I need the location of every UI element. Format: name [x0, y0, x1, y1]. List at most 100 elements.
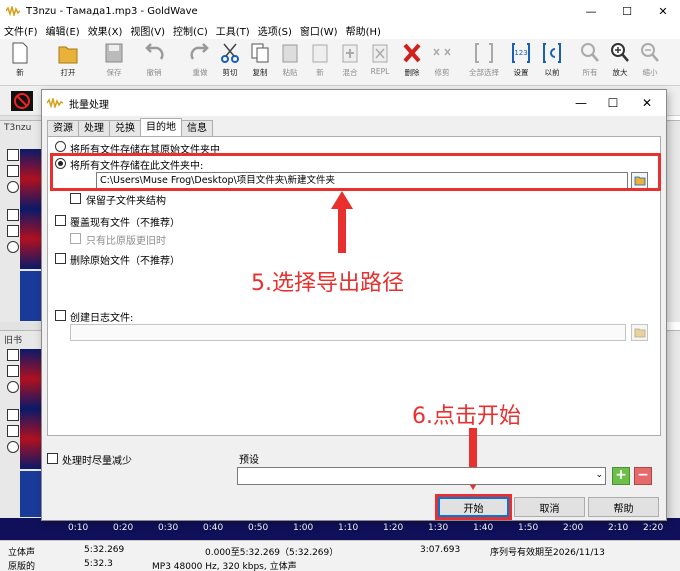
timeline-tick: 1:10 — [338, 523, 359, 533]
menu-control[interactable]: 控制(C) — [173, 23, 208, 38]
minus-icon: − — [637, 467, 649, 483]
overwrite-checkbox[interactable] — [55, 215, 66, 226]
replace-button[interactable]: REPL — [366, 41, 394, 83]
dialog-close-button[interactable]: ✕ — [632, 90, 662, 116]
status-length: 5:32.269 — [84, 545, 125, 555]
waveform-right[interactable] — [20, 209, 42, 269]
waveform-overview[interactable] — [20, 471, 42, 517]
cancel-button[interactable]: 取消 — [514, 497, 585, 517]
channel-radio[interactable] — [7, 181, 19, 193]
annotation-click-start: 6.点击开始 — [412, 404, 521, 429]
store-original-radio[interactable] — [55, 141, 66, 152]
browse-log-button[interactable] — [631, 324, 648, 341]
annotation-select-path: 5.选择导出路径 — [251, 271, 404, 296]
tab-destination[interactable]: 目的地 — [140, 118, 182, 136]
channel-checkbox[interactable] — [7, 209, 19, 221]
minimize-button[interactable]: — — [574, 0, 608, 22]
maximize-button[interactable]: ☐ — [610, 0, 644, 22]
folder-icon — [634, 328, 645, 338]
waveform-right[interactable] — [20, 409, 42, 469]
channel-checkbox[interactable] — [7, 149, 19, 161]
preset-dropdown[interactable]: ⌄ — [237, 467, 606, 485]
set-button[interactable]: 123 设置 — [507, 41, 535, 83]
status-bar: 立体声 5:32.269 0.000至5:32.269（5:32.269） 3:… — [0, 540, 680, 571]
new-button[interactable]: 新 — [6, 41, 34, 83]
waveform-left[interactable] — [20, 149, 42, 209]
trim-icon — [433, 48, 451, 56]
timeline-ruler[interactable]: 0:10 0:20 0:30 0:40 0:50 1:00 1:10 1:20 … — [0, 518, 680, 540]
timeline-tick: 0:40 — [203, 523, 224, 533]
delete-icon — [403, 43, 421, 63]
previous-button[interactable]: 以前 — [538, 41, 566, 83]
mix-button[interactable]: 混合 — [336, 41, 364, 83]
previous-icon — [543, 43, 561, 63]
log-file-field[interactable] — [70, 324, 626, 341]
keep-structure-checkbox[interactable] — [70, 193, 81, 204]
paste-button[interactable]: 粘贴 — [276, 41, 304, 83]
timeline-tick: 1:30 — [428, 523, 449, 533]
paste-new-icon — [312, 44, 328, 63]
channel-checkbox[interactable] — [7, 225, 19, 237]
tab-convert[interactable]: 兑换 — [109, 120, 141, 136]
menu-bar: 文件(F) 编辑(E) 效果(X) 视图(V) 控制(C) 工具(T) 选项(S… — [0, 22, 680, 39]
only-newer-label: 只有比原版更旧时 — [86, 236, 166, 247]
channel-checkbox[interactable] — [7, 349, 19, 361]
timeline-tick: 0:50 — [248, 523, 269, 533]
stop-icon[interactable] — [11, 91, 33, 111]
waveform-overview[interactable] — [20, 271, 42, 321]
close-button[interactable]: ✕ — [646, 0, 680, 22]
remove-preset-button[interactable]: − — [634, 467, 652, 485]
tab-info[interactable]: 信息 — [181, 120, 213, 136]
channel-radio[interactable] — [7, 441, 19, 453]
dialog-minimize-button[interactable]: — — [566, 90, 596, 116]
zoom-out-button[interactable]: 缩小 — [636, 41, 664, 83]
menu-edit[interactable]: 编辑(E) — [46, 23, 80, 38]
main-toolbar: 新 打开 保存 撤销 重做 剪切 复制 粘贴 新 混合 REPL 删除 修剪 全… — [0, 39, 680, 86]
paste-new-button[interactable]: 新 — [306, 41, 334, 83]
copy-button[interactable]: 复制 — [246, 41, 274, 83]
only-newer-checkbox[interactable] — [70, 233, 81, 244]
channel-checkbox[interactable] — [7, 425, 19, 437]
select-all-button[interactable]: 全部选择 — [469, 41, 499, 83]
undo-button[interactable]: 撤销 — [140, 41, 168, 83]
open-button[interactable]: 打开 — [54, 41, 82, 83]
channel-checkbox[interactable] — [7, 409, 19, 421]
menu-effects[interactable]: 效果(X) — [88, 23, 123, 38]
delete-button[interactable]: 删除 — [398, 41, 426, 83]
cut-button[interactable]: 剪切 — [216, 41, 244, 83]
menu-view[interactable]: 视图(V) — [130, 23, 165, 38]
menu-file[interactable]: 文件(F) — [4, 23, 38, 38]
status-original: 原版的 — [8, 562, 36, 571]
trim-button[interactable]: 修剪 — [428, 41, 456, 83]
menu-tools[interactable]: 工具(T) — [216, 23, 250, 38]
new-file-icon — [12, 42, 28, 64]
delete-original-checkbox[interactable] — [55, 253, 66, 264]
channel-checkbox[interactable] — [7, 165, 19, 177]
delete-original-label: 删除原始文件（不推荐） — [70, 256, 180, 267]
channel-radio[interactable] — [7, 381, 19, 393]
tab-source[interactable]: 资源 — [47, 120, 79, 136]
dialog-maximize-button[interactable]: ☐ — [598, 90, 628, 116]
save-button[interactable]: 保存 — [100, 41, 128, 83]
create-log-checkbox[interactable] — [55, 310, 66, 321]
zoom-in-button[interactable]: 放大 — [606, 41, 634, 83]
waveform-left[interactable] — [20, 349, 42, 409]
menu-window[interactable]: 窗口(W) — [300, 23, 338, 38]
menu-help[interactable]: 帮助(H) — [346, 23, 381, 38]
zoom-all-button[interactable]: 所有 — [576, 41, 604, 83]
arrow-up-icon — [331, 191, 353, 253]
redo-button[interactable]: 重做 — [186, 41, 214, 83]
add-preset-button[interactable]: + — [612, 467, 630, 485]
tab-process[interactable]: 处理 — [78, 120, 110, 136]
start-highlight-box — [435, 494, 512, 520]
chevron-down-icon: ⌄ — [595, 470, 603, 480]
menu-options[interactable]: 选项(S) — [258, 23, 292, 38]
minimize-processing-checkbox[interactable] — [47, 453, 58, 464]
channel-radio[interactable] — [7, 241, 19, 253]
minimize-processing-label: 处理时尽量减少 — [62, 456, 132, 467]
help-button[interactable]: 帮助 — [588, 497, 659, 517]
svg-text:123: 123 — [514, 49, 527, 57]
create-log-label: 创建日志文件: — [70, 313, 134, 324]
channel-checkbox[interactable] — [7, 365, 19, 377]
replace-icon — [372, 44, 388, 63]
